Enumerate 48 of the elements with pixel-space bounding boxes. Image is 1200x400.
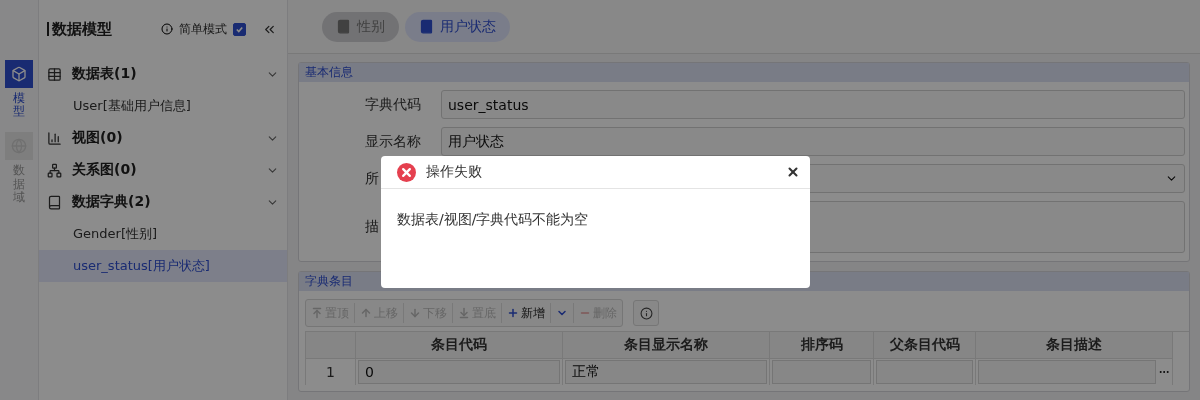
toolbar-button[interactable]: 新增 <box>502 303 551 323</box>
table-cell[interactable]: 正常 <box>565 360 767 384</box>
simple-mode-checkbox[interactable] <box>233 22 246 36</box>
row-number: 1 <box>306 359 356 385</box>
field-label: 描 <box>365 218 379 236</box>
sidebar-group[interactable]: 数据字典(2) <box>72 193 256 211</box>
field-label: 字典代码 <box>365 95 421 114</box>
field-label: 显示名称 <box>365 132 421 151</box>
close-icon[interactable] <box>786 165 800 179</box>
dialog-message: 数据表/视图/字典代码不能为空 <box>396 210 590 229</box>
arrow-up-to-line-icon <box>311 307 323 319</box>
dialog-title: 操作失败 <box>426 163 483 181</box>
column-header: 条目代码 <box>356 332 563 359</box>
column-header: 父条目代码 <box>874 332 976 359</box>
error-icon <box>397 162 416 182</box>
network-icon <box>47 162 62 178</box>
table-cell[interactable]: 0 <box>358 360 560 384</box>
info-icon <box>639 306 653 320</box>
arrow-down-icon <box>409 307 421 319</box>
rail-tab-label[interactable]: 模型 <box>13 92 25 119</box>
input-field[interactable]: user_status <box>441 90 1185 119</box>
sidebar-item[interactable]: Gender[性别] <box>39 218 287 250</box>
arrow-down-to-line-icon <box>458 307 470 319</box>
input-field[interactable]: 用户状态 <box>441 127 1185 156</box>
column-header: 排序码 <box>770 332 874 359</box>
book-icon <box>47 194 62 210</box>
sidebar-item[interactable]: User[基础用户信息] <box>39 90 287 122</box>
field-label: 所 <box>365 169 379 188</box>
sidebar-group[interactable]: 视图(0) <box>72 129 256 147</box>
sidebar-group[interactable]: 数据表(1) <box>72 65 256 83</box>
book-icon <box>419 19 434 34</box>
panel-header: 基本信息 <box>299 63 1189 82</box>
sidebar-item[interactable]: user_status[用户状态] <box>39 250 287 282</box>
cube-icon[interactable] <box>5 60 33 88</box>
arrow-up-icon <box>360 307 372 319</box>
column-header: 条目描述 <box>976 332 1173 359</box>
sidebar-title: 数据模型 <box>47 22 155 36</box>
plus-icon <box>507 307 519 319</box>
info-button[interactable] <box>633 300 659 326</box>
tab[interactable]: 用户状态 <box>405 11 510 42</box>
book-icon <box>336 19 351 34</box>
sidebar-group[interactable]: 关系图(0) <box>72 161 256 179</box>
checkmark-icon <box>235 24 244 34</box>
info-icon[interactable] <box>161 23 173 35</box>
bar-chart-icon <box>47 130 62 146</box>
simple-mode-label: 简单模式 <box>179 20 227 38</box>
table-icon <box>47 66 62 82</box>
column-header: 条目显示名称 <box>563 332 770 359</box>
